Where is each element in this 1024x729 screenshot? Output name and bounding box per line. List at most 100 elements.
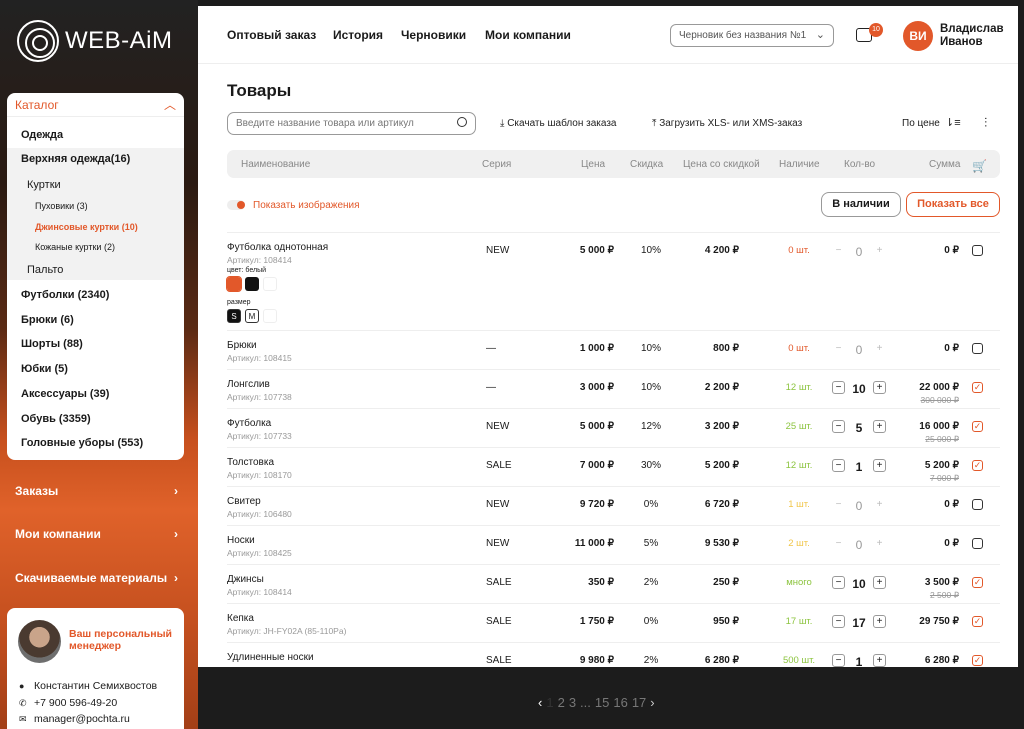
qty-minus-button[interactable]: − [832,654,845,667]
show-images-toggle[interactable] [227,200,245,210]
user-avatar[interactable]: ВИ [903,21,933,51]
page-number[interactable]: 15 [595,695,609,710]
page-number[interactable]: 17 [632,695,646,710]
page-number[interactable]: ... [580,695,591,710]
catalog-item-jackets[interactable]: Куртки [7,179,184,191]
row-checkbox[interactable] [972,245,983,256]
nav-history[interactable]: История [333,28,383,42]
qty-value[interactable]: 10 [848,577,870,591]
product-name[interactable]: Удлиненные носки [227,652,314,663]
qty-minus-button[interactable]: − [832,459,845,472]
page-number[interactable]: 3 [569,695,576,710]
qty-value[interactable]: 1 [848,655,870,667]
nav-wholesale[interactable]: Оптовый заказ [227,28,316,42]
qty-plus-button[interactable]: + [873,244,886,257]
qty-plus-button[interactable]: + [873,459,886,472]
qty-minus-button[interactable]: − [832,537,845,550]
nav-companies[interactable]: Мои компании [485,28,571,42]
catalog-item-clothes[interactable]: Одежда [7,129,184,141]
catalog-item-denim[interactable]: Джинсовые куртки (10) [7,222,184,232]
qty-minus-button[interactable]: − [832,420,845,433]
show-all-button[interactable]: Показать все [906,192,1000,217]
side-link-companies[interactable]: Мои компании › [15,527,178,541]
side-link-downloads[interactable]: Скачиваемые материалы › [15,571,178,585]
search-icon[interactable] [457,117,467,127]
row-checkbox[interactable]: ✓ [972,421,983,432]
product-name[interactable]: Кепка [227,613,254,624]
row-checkbox[interactable]: ✓ [972,460,983,471]
product-name[interactable]: Брюки [227,340,257,351]
catalog-item-leather[interactable]: Кожаные куртки (2) [7,242,184,252]
manager-phone-row[interactable]: ✆ +7 900 596-49-20 [19,697,117,709]
catalog-item-coat[interactable]: Пальто [7,264,184,276]
logo[interactable]: WEB-AiM [17,20,173,62]
side-link-orders[interactable]: Заказы › [15,484,178,498]
qty-minus-button[interactable]: − [832,244,845,257]
qty-value[interactable]: 10 [848,382,870,396]
qty-value[interactable]: 1 [848,460,870,474]
qty-value[interactable]: 0 [848,538,870,552]
size-option-empty[interactable] [263,309,277,323]
catalog-item-outerwear[interactable]: Верхняя одежда(16) [7,148,184,280]
qty-value[interactable]: 0 [848,245,870,259]
download-template-link[interactable]: ⤓ Скачать шаблон заказа [500,118,617,129]
row-checkbox[interactable]: ✓ [972,382,983,393]
row-checkbox[interactable]: ✓ [972,655,983,666]
in-stock-button[interactable]: В наличии [821,192,901,217]
row-checkbox[interactable] [972,538,983,549]
page-number[interactable]: 16 [613,695,627,710]
catalog-item-accessories[interactable]: Аксессуары (39) [7,388,184,400]
color-swatch[interactable] [245,277,259,291]
qty-value[interactable]: 5 [848,421,870,435]
catalog-item-shorts[interactable]: Шорты (88) [7,338,184,350]
filter-icon[interactable]: ⫶ [984,115,987,131]
show-images-label[interactable]: Показать изображения [253,200,360,211]
color-swatch[interactable] [226,276,242,292]
product-name[interactable]: Футболка [227,418,271,429]
qty-minus-button[interactable]: − [832,576,845,589]
product-name[interactable]: Толстовка [227,457,274,468]
qty-value[interactable]: 17 [848,616,870,630]
qty-minus-button[interactable]: − [832,381,845,394]
next-page-icon[interactable]: › [650,695,654,710]
user-name[interactable]: Владислав Иванов [940,23,1004,49]
row-checkbox[interactable]: ✓ [972,616,983,627]
search-input[interactable]: Введите название товара или артикул [227,112,476,135]
catalog-item-down[interactable]: Пуховики (3) [7,201,184,211]
page-number[interactable]: 2 [558,695,565,710]
catalog-item-skirts[interactable]: Юбки (5) [7,363,184,375]
product-name[interactable]: Свитер [227,496,261,507]
qty-plus-button[interactable]: + [873,498,886,511]
product-name[interactable]: Носки [227,535,255,546]
manager-email-row[interactable]: ✉ manager@pochta.ru [19,713,130,725]
catalog-item-trousers[interactable]: Брюки (6) [7,314,184,326]
qty-minus-button[interactable]: − [832,342,845,355]
row-checkbox[interactable]: ✓ [972,577,983,588]
qty-plus-button[interactable]: + [873,537,886,550]
sort-label[interactable]: По цене [902,118,940,129]
color-swatch[interactable] [263,277,277,291]
qty-plus-button[interactable]: + [873,342,886,355]
qty-plus-button[interactable]: + [873,576,886,589]
qty-plus-button[interactable]: + [873,654,886,667]
catalog-item-shoes[interactable]: Обувь (3359) [7,413,184,425]
row-checkbox[interactable] [972,343,983,354]
qty-plus-button[interactable]: + [873,615,886,628]
qty-plus-button[interactable]: + [873,381,886,394]
product-name[interactable]: Джинсы [227,574,264,585]
qty-value[interactable]: 0 [848,343,870,357]
draft-select[interactable]: Черновик без названия №1 ⌄ [670,24,834,47]
qty-minus-button[interactable]: − [832,615,845,628]
catalog-item-tshirts[interactable]: Футболки (2340) [7,289,184,301]
page-number[interactable]: 1 [546,695,553,710]
nav-drafts[interactable]: Черновики [401,28,466,42]
catalog-header[interactable]: Каталог ︿ [7,93,184,117]
size-option[interactable]: M [245,309,259,323]
row-checkbox[interactable] [972,499,983,510]
qty-value[interactable]: 0 [848,499,870,513]
product-name[interactable]: Футболка однотонная [227,242,328,253]
prev-page-icon[interactable]: ‹ [538,695,542,710]
upload-order-link[interactable]: ⤒ Загрузить XLS- или XMS-заказ [652,118,802,129]
product-name[interactable]: Лонгслив [227,379,270,390]
qty-minus-button[interactable]: − [832,498,845,511]
